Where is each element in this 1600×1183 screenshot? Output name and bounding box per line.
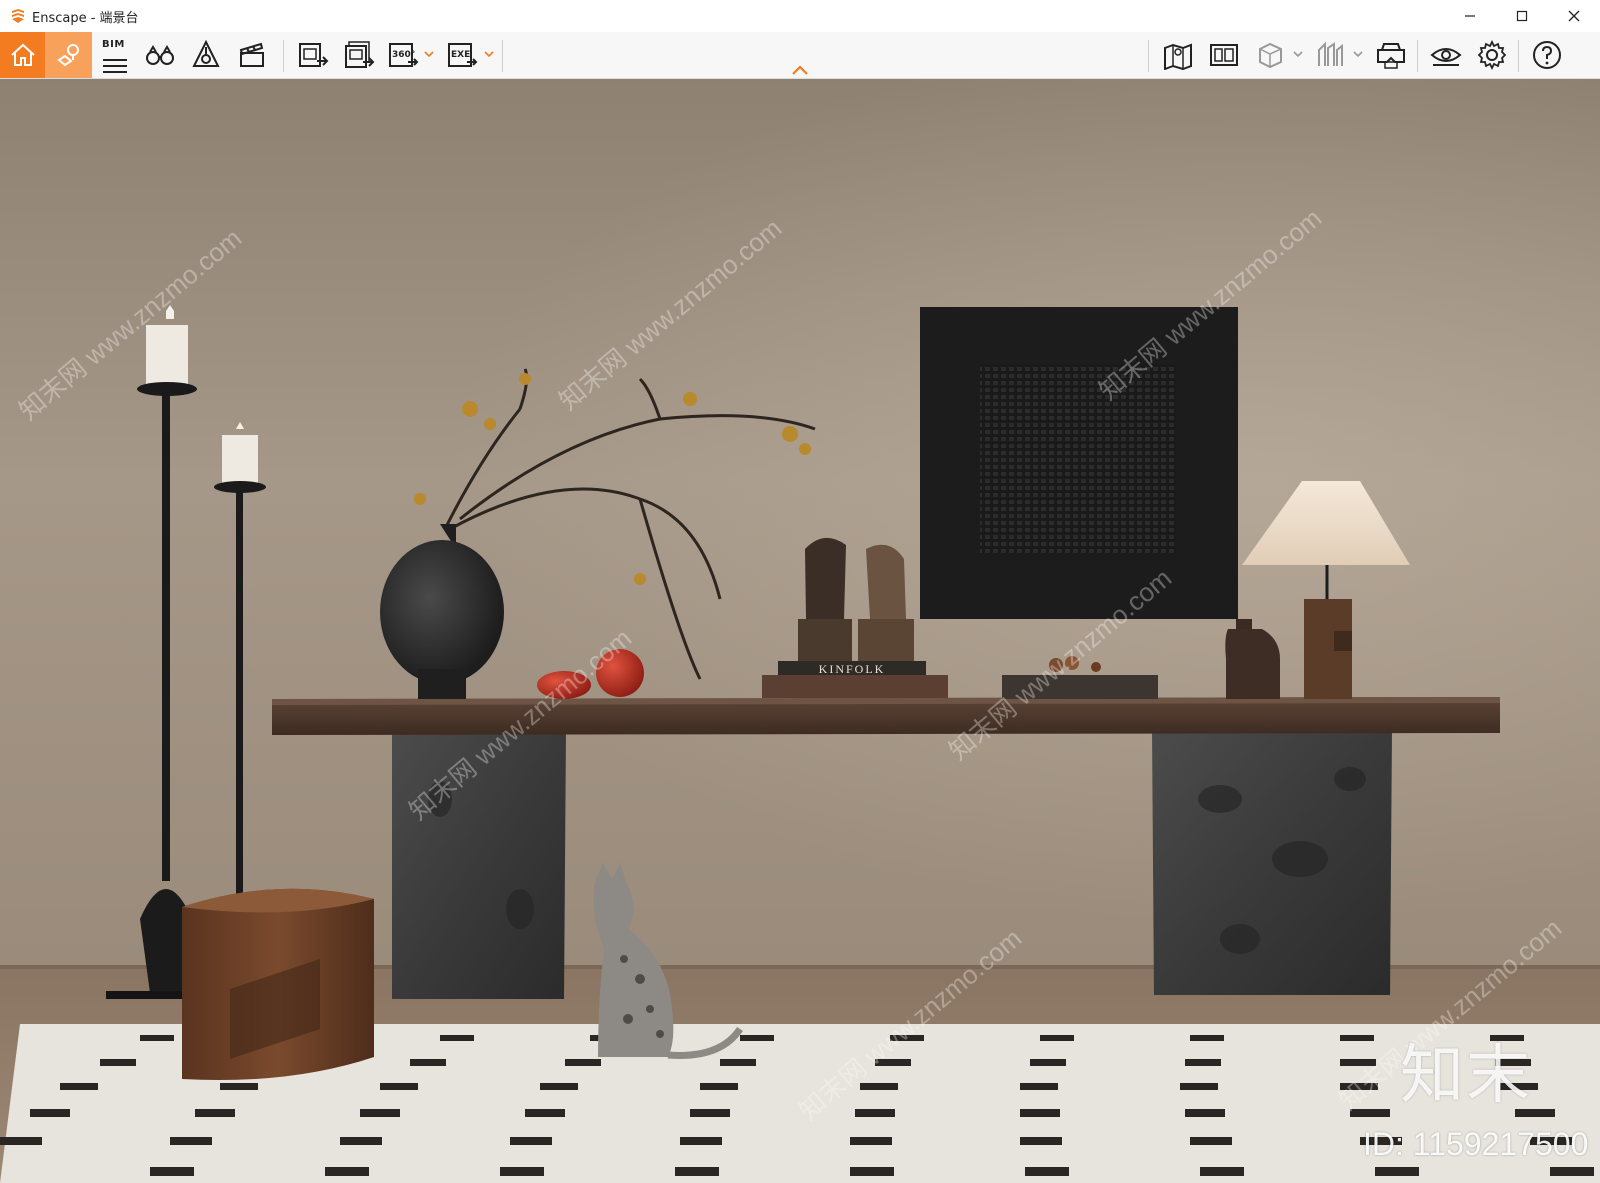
cube-view-button[interactable]	[1250, 32, 1290, 78]
batch-export-button[interactable]	[338, 32, 380, 78]
wooden-stool	[182, 888, 374, 1081]
enscape-toolbar: BIM 360° EXE	[0, 32, 1600, 79]
maximize-button[interactable]	[1496, 0, 1548, 32]
image-gallery-icon	[1210, 44, 1238, 66]
window-controls	[1444, 0, 1600, 32]
exe-dropdown-button[interactable]	[484, 46, 494, 62]
toolbar-separator	[1417, 40, 1418, 72]
image-export-icon	[299, 43, 329, 67]
wooden-console-table	[272, 697, 1500, 735]
exe-text: EXE	[451, 50, 470, 60]
collapse-toolbar-button[interactable]	[790, 62, 810, 76]
rendered-scene-image: KINFOLK	[0, 79, 1600, 1183]
vr-headset-button[interactable]	[1370, 32, 1412, 78]
screenshot-export-button[interactable]	[292, 32, 334, 78]
enscape-logo-icon	[12, 9, 24, 23]
batch-image-export-icon	[345, 41, 375, 68]
chevron-down-icon	[424, 51, 434, 58]
map-pin-icon	[1164, 43, 1192, 70]
title-bar: Enscape - 端景台	[0, 0, 1600, 32]
collaboration-icon	[1318, 41, 1343, 66]
maximize-icon	[1516, 10, 1528, 22]
bim-button[interactable]: BIM	[96, 32, 134, 78]
toolbar-separator	[1518, 40, 1519, 72]
eye-icon	[1430, 48, 1462, 66]
panorama-360-text: 360°	[392, 50, 415, 60]
window-title: Enscape - 端景台	[32, 10, 139, 26]
chevron-up-icon	[792, 65, 808, 75]
exe-export-icon: EXE	[448, 43, 478, 67]
enscape-window: Enscape - 端景台 BIM 360° EXE KINFOLK 知末网 w…	[0, 0, 1600, 1183]
vr-headset-icon	[1377, 43, 1405, 69]
brand-watermark: 知末	[1400, 1039, 1532, 1113]
panorama-export-button[interactable]: 360°	[384, 32, 422, 78]
image-gallery-button[interactable]	[1204, 32, 1244, 78]
bim-icon	[103, 59, 127, 73]
close-button[interactable]	[1548, 0, 1600, 32]
visual-settings-button[interactable]	[1425, 32, 1467, 78]
cube-dropdown-button[interactable]	[1293, 46, 1303, 62]
collaboration-button[interactable]	[1310, 32, 1350, 78]
panorama-dropdown-button[interactable]	[424, 46, 434, 62]
asset-library-button[interactable]	[186, 32, 226, 78]
toolbar-separator	[1148, 40, 1149, 72]
minimize-button[interactable]	[1444, 0, 1496, 32]
map-button[interactable]	[1158, 32, 1198, 78]
chevron-down-icon	[1353, 51, 1363, 58]
clapperboard-icon	[239, 42, 264, 67]
cube-icon	[1259, 42, 1282, 69]
bim-label: BIM	[102, 39, 125, 50]
close-icon	[1568, 10, 1580, 22]
panorama-360-icon: 360°	[389, 43, 419, 67]
minimize-icon	[1465, 15, 1475, 17]
book-title: KINFOLK	[819, 662, 886, 676]
chevron-down-icon	[484, 51, 494, 58]
collaboration-dropdown-button[interactable]	[1353, 46, 1363, 62]
help-button[interactable]	[1526, 32, 1568, 78]
video-editor-button[interactable]	[232, 32, 272, 78]
asset-library-icon	[192, 39, 220, 67]
settings-button[interactable]	[1471, 32, 1513, 78]
help-icon	[1533, 41, 1561, 69]
black-textured-artwork	[920, 307, 1238, 619]
render-viewport[interactable]: KINFOLK 知末网 www.znzmo.com 知末网 www.znzmo.…	[0, 79, 1600, 1183]
binoculars-button[interactable]	[140, 32, 180, 78]
home-button[interactable]	[0, 32, 45, 78]
toolbar-separator	[502, 40, 503, 72]
view-management-button[interactable]	[45, 32, 92, 78]
book-stack: KINFOLK	[762, 661, 948, 698]
gear-icon	[1477, 39, 1507, 71]
home-icon	[10, 43, 35, 66]
binoculars-icon	[146, 45, 174, 65]
exe-export-button[interactable]: EXE	[443, 32, 481, 78]
chevron-down-icon	[1293, 51, 1303, 58]
toolbar-separator	[283, 40, 284, 72]
image-id-watermark: ID: 1159217500	[1363, 1126, 1589, 1162]
pin-map-icon	[56, 44, 79, 67]
